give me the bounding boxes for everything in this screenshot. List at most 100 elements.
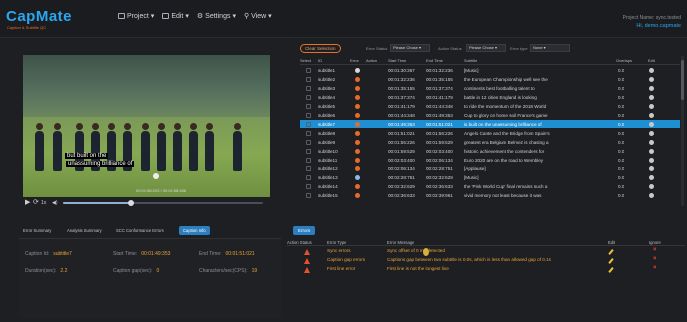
video-player[interactable]: but built on the unassuming brilliance o… <box>23 55 270 197</box>
edit-gear-icon[interactable] <box>649 94 654 100</box>
seek-bar[interactable] <box>63 200 263 206</box>
row-checkbox[interactable] <box>306 157 311 163</box>
edit-gear-icon[interactable] <box>649 175 654 181</box>
row-checkbox[interactable] <box>306 139 311 145</box>
edit-gear-icon[interactable] <box>649 130 654 136</box>
row-overlap: 0.0 <box>618 94 625 100</box>
video-caption-line1: but built on the <box>65 153 109 159</box>
table-row[interactable]: subtitle15 00:02:36:633 00:02:39:961 vivid … <box>300 191 680 200</box>
error-row[interactable]: First line error First line is not the lo… <box>287 265 685 274</box>
row-checkbox[interactable] <box>306 130 311 136</box>
row-checkbox[interactable] <box>306 85 311 91</box>
row-id: subtitle1 <box>318 68 336 73</box>
edit-gear-icon[interactable] <box>649 76 654 82</box>
edit-gear-icon[interactable] <box>649 68 654 73</box>
menu-settings[interactable]: ⚙ Settings ▾ <box>197 12 236 21</box>
edit-gear-icon[interactable] <box>649 139 654 145</box>
edit-gear-icon[interactable] <box>649 148 654 154</box>
edit-gear-icon[interactable] <box>649 193 654 199</box>
row-end-time: 00:01:51:021 <box>426 121 453 127</box>
table-row[interactable]: subtitle9 00:01:56:226 00:01:59:529 greates… <box>300 138 680 147</box>
table-row[interactable]: subtitle11 00:02:03:400 00:02:06:134 Euro 2… <box>300 156 680 165</box>
tab-errors[interactable]: Errors <box>293 226 316 235</box>
edit-gear-icon[interactable] <box>649 85 654 91</box>
row-id: subtitle12 <box>318 166 338 172</box>
volume-icon[interactable]: ◀) <box>52 199 58 207</box>
row-checkbox[interactable] <box>306 175 311 181</box>
table-scrollbar[interactable] <box>681 56 684 206</box>
table-row[interactable]: subtitle8 00:01:51:021 00:01:56:226 Angelo … <box>300 129 680 138</box>
table-row[interactable]: subtitle6 00:01:44:348 00:01:49:353 Cup to … <box>300 111 680 120</box>
table-row[interactable]: subtitle3 00:01:35:155 00:01:37:374 contine… <box>300 84 680 93</box>
row-checkbox[interactable] <box>306 94 311 100</box>
ignore-x-icon[interactable]: × <box>653 247 657 253</box>
table-row[interactable]: subtitle12 00:02:06:134 00:02:28:751 [Appla… <box>300 164 680 173</box>
table-row[interactable]: subtitle2 00:01:32:236 00:01:35:155 the Eur… <box>300 75 680 84</box>
row-checkbox[interactable] <box>306 103 311 109</box>
row-checkbox[interactable] <box>306 184 311 190</box>
row-checkbox[interactable] <box>306 148 311 154</box>
row-checkbox[interactable] <box>306 112 311 118</box>
pencil-icon[interactable] <box>608 258 614 264</box>
tab-caption-info[interactable]: Caption Info <box>179 226 210 235</box>
table-scrollbar-thumb[interactable] <box>681 60 684 100</box>
row-checkbox[interactable] <box>306 68 311 73</box>
play-icon[interactable]: ▶ <box>25 199 30 207</box>
warning-icon <box>304 249 310 255</box>
row-overlap: 0.0 <box>618 112 625 118</box>
edit-gear-icon[interactable] <box>649 184 654 190</box>
row-start-time: 00:02:36:633 <box>388 193 415 199</box>
tab-analysis-summary[interactable]: Analysis Summary <box>63 226 106 235</box>
header-overlaps: Overlaps <box>616 58 633 63</box>
header-end-time: End Time <box>426 58 443 63</box>
user-greeting[interactable]: Hi, demo.capmate <box>623 22 681 30</box>
tab-scc-conformance-errors[interactable]: SCC Conformance Errors <box>112 226 168 235</box>
row-start-time: 00:02:03:400 <box>388 157 415 163</box>
row-overlap: 0.0 <box>618 148 625 154</box>
edit-gear-icon[interactable] <box>649 112 654 118</box>
error-status-select[interactable]: Please Chose ▾ <box>390 44 430 52</box>
row-checkbox[interactable] <box>306 193 311 199</box>
table-row[interactable]: subtitle1 00:01:30:367 00:01:32:236 [Music]… <box>300 66 680 75</box>
table-row[interactable]: subtitle14 00:02:32:629 00:02:36:633 the 'P… <box>300 182 680 191</box>
caption-gap-label: Caption gap(sec): <box>113 268 153 274</box>
table-row[interactable]: subtitle4 00:01:37:374 00:01:41:179 battle … <box>300 93 680 102</box>
seek-bar-handle[interactable] <box>128 200 134 206</box>
edit-gear-icon[interactable] <box>649 166 654 172</box>
end-time-field: End Time: 00:01:51:021 <box>199 251 255 257</box>
header-error-type: Error Type <box>327 240 347 245</box>
menu-project[interactable]: Project ▾ <box>118 12 154 20</box>
action-status-select[interactable]: Please Chose ▾ <box>466 44 506 52</box>
pencil-icon[interactable] <box>608 267 614 273</box>
tab-error-summary[interactable]: Error Summary <box>19 226 55 235</box>
error-row[interactable]: Caption gap errors Captions gap between t… <box>287 256 685 265</box>
error-type-select[interactable]: None ▾ <box>530 44 570 52</box>
row-start-time: 00:01:32:236 <box>388 76 415 82</box>
warning-icon <box>304 258 310 264</box>
edit-gear-icon[interactable] <box>649 157 654 163</box>
row-subtitle: the 'Pink World Cup' final remains such … <box>464 184 548 190</box>
header-edit: Edit <box>648 58 655 63</box>
table-row[interactable]: subtitle10 00:01:59:529 00:02:03:400 histor… <box>300 147 680 156</box>
row-checkbox[interactable] <box>306 166 311 172</box>
table-row[interactable]: subtitle13 00:02:28:751 00:02:32:629 [Music… <box>300 173 680 182</box>
table-row[interactable]: subtitle7 00:01:49:353 00:01:51:021 is buil… <box>300 119 680 129</box>
row-id: subtitle9 <box>318 139 336 145</box>
pencil-icon[interactable] <box>608 249 614 255</box>
error-row[interactable]: Sync errors Sync offset of 0 ms detected × <box>287 247 685 256</box>
speed-label[interactable]: 1x <box>41 199 46 207</box>
row-subtitle: [Applause] <box>464 166 486 172</box>
row-start-time: 00:02:06:134 <box>388 166 415 172</box>
edit-gear-icon[interactable] <box>649 103 654 109</box>
ignore-x-icon[interactable]: × <box>653 256 657 262</box>
loop-icon[interactable]: ⟳ <box>33 199 39 207</box>
ignore-x-icon[interactable]: × <box>653 265 657 271</box>
clear-selection-button[interactable]: Clear Selection <box>300 44 341 53</box>
menu-view[interactable]: ⚲ View ▾ <box>244 12 272 21</box>
table-row[interactable]: subtitle5 00:01:41:179 00:01:44:348 to ride… <box>300 102 680 111</box>
row-checkbox[interactable] <box>306 121 311 127</box>
menu-edit[interactable]: Edit ▾ <box>162 12 189 20</box>
row-id: subtitle15 <box>318 193 338 199</box>
row-checkbox[interactable] <box>306 76 311 82</box>
edit-gear-icon[interactable] <box>649 121 654 127</box>
